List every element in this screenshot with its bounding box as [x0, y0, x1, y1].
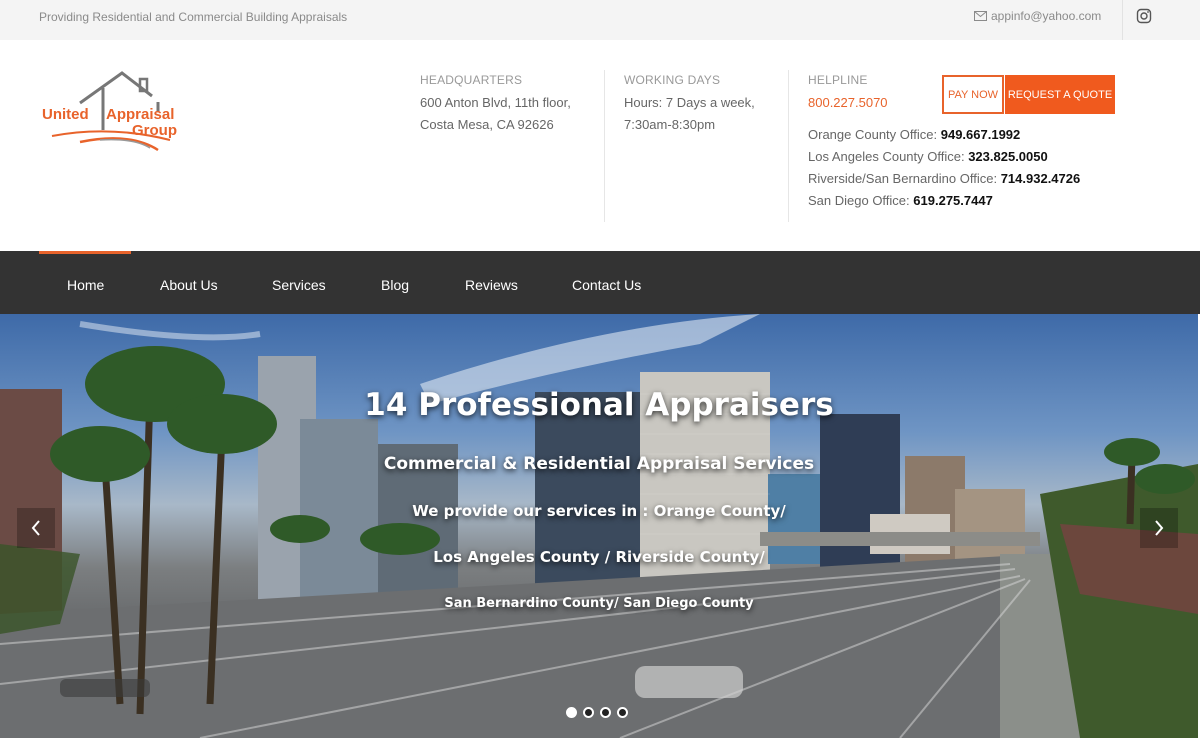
logo-text-group: Group [132, 122, 177, 139]
main-navigation: Home About Us Services Blog Reviews Cont… [0, 251, 1200, 314]
slider-dot[interactable] [617, 707, 628, 718]
office-phone[interactable]: 949.667.1992 [941, 127, 1021, 142]
slider-pagination [566, 707, 628, 718]
pay-now-button[interactable]: PAY NOW [942, 75, 1004, 114]
chevron-right-icon [1155, 520, 1164, 536]
office-phone[interactable]: 714.932.4726 [1001, 171, 1081, 186]
hero-service-areas-line3: San Bernardino County/ San Diego County [444, 596, 754, 611]
office-item: Los Angeles County Office: 323.825.0050 [808, 146, 1080, 168]
slider-next-button[interactable] [1140, 508, 1178, 548]
working-days-line2: 7:30am-8:30pm [624, 117, 716, 132]
email-address: appinfo@yahoo.com [991, 9, 1102, 23]
top-bar: Providing Residential and Commercial Bui… [0, 0, 1200, 40]
headquarters-address-line1: 600 Anton Blvd, 11th floor, [420, 95, 571, 110]
envelope-icon [974, 11, 987, 21]
slider-dot[interactable] [566, 707, 577, 718]
site-header: United Appraisal Group HEADQUARTERS 600 … [0, 40, 1200, 251]
instagram-icon[interactable] [1136, 8, 1152, 24]
header-divider [604, 70, 605, 222]
office-item: San Diego Office: 619.275.7447 [808, 190, 1080, 212]
nav-contact-us[interactable]: Contact Us [572, 277, 641, 293]
nav-about-us[interactable]: About Us [160, 277, 218, 293]
hero-title: 14 Professional Appraisers [364, 387, 834, 423]
office-phone-list: Orange County Office: 949.667.1992 Los A… [808, 124, 1080, 212]
nav-reviews[interactable]: Reviews [465, 277, 518, 293]
office-phone[interactable]: 323.825.0050 [968, 149, 1048, 164]
slider-dot[interactable] [583, 707, 594, 718]
office-name: Riverside/San Bernardino Office: [808, 171, 998, 186]
hero-service-areas-line2: Los Angeles County / Riverside County/ [433, 548, 765, 566]
office-phone[interactable]: 619.275.7447 [913, 193, 993, 208]
nav-services[interactable]: Services [272, 277, 326, 293]
logo-text-united: United [42, 106, 89, 123]
office-name: Los Angeles County Office: [808, 149, 965, 164]
chevron-left-icon [31, 520, 40, 536]
nav-home[interactable]: Home [67, 277, 104, 293]
topbar-divider [1122, 0, 1123, 40]
office-item: Orange County Office: 949.667.1992 [808, 124, 1080, 146]
hero-service-areas-line1: We provide our services in : Orange Coun… [412, 502, 786, 520]
active-nav-indicator [39, 251, 131, 254]
headquarters-block: HEADQUARTERS 600 Anton Blvd, 11th floor,… [420, 68, 600, 136]
office-name: San Diego Office: [808, 193, 910, 208]
header-divider [788, 70, 789, 222]
office-item: Riverside/San Bernardino Office: 714.932… [808, 168, 1080, 190]
company-logo[interactable]: United Appraisal Group [40, 70, 190, 155]
nav-blog[interactable]: Blog [381, 277, 409, 293]
headquarters-address-line2: Costa Mesa, CA 92626 [420, 117, 554, 132]
working-days-line1: Hours: 7 Days a week, [624, 95, 755, 110]
hero-background-image [0, 314, 1198, 738]
contact-email-link[interactable]: appinfo@yahoo.com [974, 9, 1101, 23]
hero-subtitle: Commercial & Residential Appraisal Servi… [383, 454, 815, 474]
site-tagline: Providing Residential and Commercial Bui… [39, 10, 348, 24]
office-name: Orange County Office: [808, 127, 938, 142]
logo-text-appraisal: Appraisal [106, 106, 174, 123]
working-days-label: WORKING DAYS [624, 73, 721, 87]
working-days-block: WORKING DAYS Hours: 7 Days a week, 7:30a… [624, 68, 784, 136]
slider-dot[interactable] [600, 707, 611, 718]
request-quote-button[interactable]: REQUEST A QUOTE [1005, 75, 1115, 114]
headquarters-label: HEADQUARTERS [420, 73, 523, 87]
slider-prev-button[interactable] [17, 508, 55, 548]
hero-slider: 14 Professional Appraisers Commercial & … [0, 314, 1198, 738]
